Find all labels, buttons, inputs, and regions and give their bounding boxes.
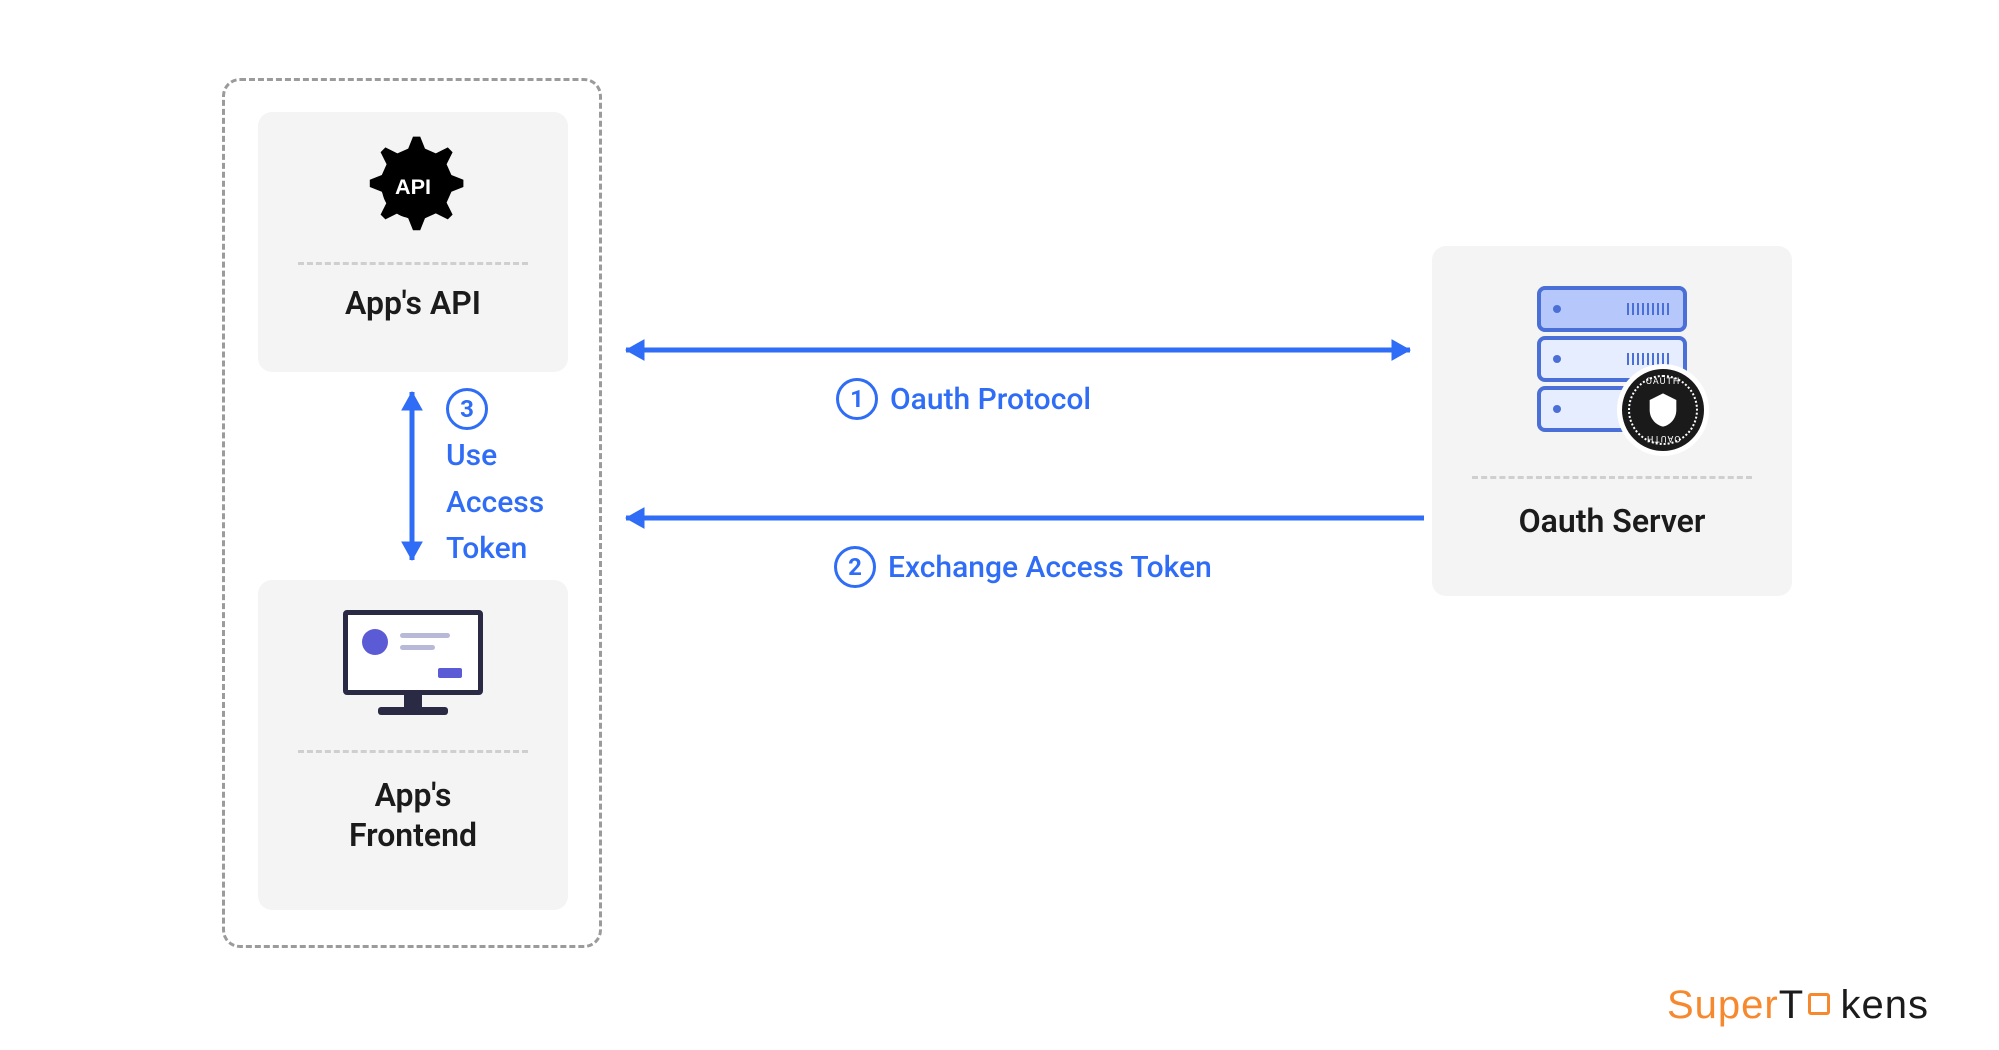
oauth-server-node: OAUTH OAUTH Oauth Server	[1432, 246, 1792, 596]
step-text-3c: Token	[446, 529, 527, 570]
arrow-oauth-protocol	[608, 330, 1428, 370]
server-stack-icon: OAUTH OAUTH	[1432, 246, 1792, 476]
step-number-2: 2	[834, 546, 876, 588]
api-gear-icon: API	[258, 112, 568, 262]
annot-step1: 1 Oauth Protocol	[836, 378, 1091, 420]
divider	[298, 750, 528, 753]
divider	[298, 262, 528, 265]
step-text-2: Exchange Access Token	[888, 550, 1212, 585]
apps-frontend-label: App's Frontend	[258, 775, 568, 855]
step-text-3b: Access	[446, 483, 544, 524]
step-text-1: Oauth Protocol	[890, 382, 1091, 417]
supertokens-watermark: SuperT kens	[1667, 983, 1929, 1028]
step-text-3a: Use	[446, 436, 497, 477]
divider	[1472, 476, 1752, 479]
apps-api-node: API App's API	[258, 112, 568, 372]
apps-api-label: App's API	[258, 283, 568, 323]
annot-step3: 3 Use Access Token	[446, 388, 544, 570]
diagram-canvas: API App's API App's Frontend	[0, 0, 1999, 1050]
annot-step2: 2 Exchange Access Token	[834, 546, 1212, 588]
oauth-server-label: Oauth Server	[1432, 501, 1792, 541]
step-number-1: 1	[836, 378, 878, 420]
apps-frontend-node: App's Frontend	[258, 580, 568, 910]
svg-text:API: API	[395, 174, 431, 199]
oauth-badge-icon: OAUTH OAUTH	[1617, 364, 1709, 456]
arrow-use-access-token	[392, 374, 432, 578]
arrow-exchange-token	[608, 498, 1428, 538]
monitor-icon	[258, 580, 568, 750]
step-number-3: 3	[446, 388, 488, 430]
